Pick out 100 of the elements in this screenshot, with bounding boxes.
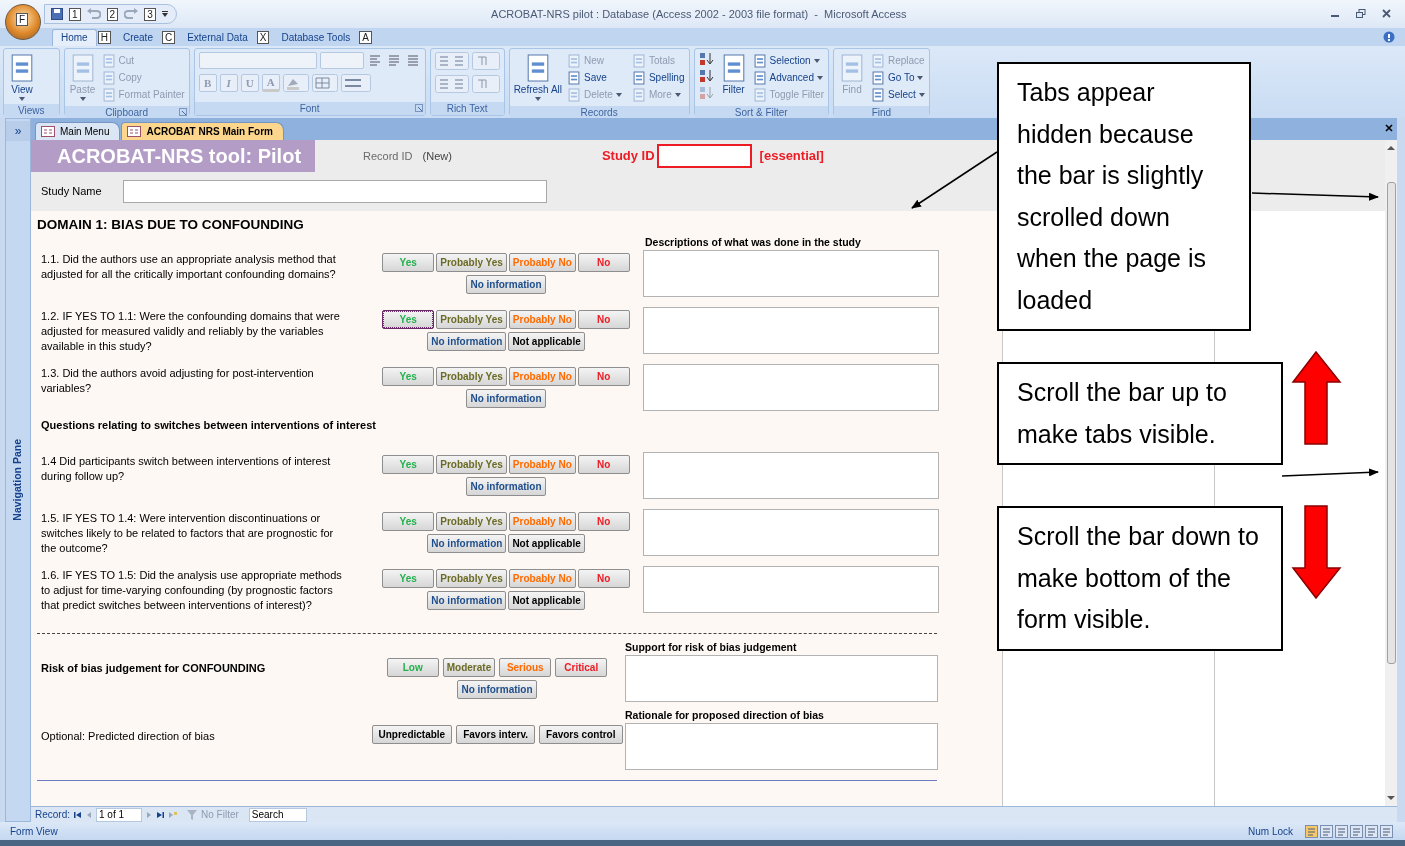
font-size-combo[interactable] (319, 52, 364, 69)
ribbon-button[interactable]: View (8, 52, 36, 101)
ribbon-button[interactable]: Refresh All (513, 52, 562, 101)
font-name-combo[interactable] (198, 52, 317, 69)
answer-button[interactable]: No (577, 568, 630, 588)
format-button[interactable]: U (240, 74, 259, 92)
text-box[interactable] (643, 508, 939, 556)
office-button[interactable]: F (5, 4, 41, 40)
view-icon[interactable] (1305, 824, 1318, 838)
answer-button[interactable]: No information (427, 590, 507, 610)
view-icon[interactable] (1365, 824, 1378, 838)
search-field[interactable]: Search (248, 807, 307, 822)
answer-button[interactable]: Probably Yes (436, 253, 507, 273)
ribbon-button[interactable]: Spelling (631, 69, 685, 86)
document-tab[interactable]: Main Menu (35, 122, 121, 140)
launcher-icon[interactable] (178, 108, 187, 116)
document-tab[interactable]: ACROBAT NRS Main Form (121, 122, 284, 140)
format-button[interactable]: B (198, 74, 217, 92)
scroll-down-icon[interactable] (1387, 794, 1395, 802)
ribbon-tab[interactable]: Database Tools (273, 29, 359, 46)
record-label: Record: (35, 808, 70, 822)
pane-toggle[interactable]: » (6, 121, 30, 141)
answer-button[interactable]: Favors control (539, 724, 623, 744)
ribbon-tab[interactable]: Create (114, 29, 161, 46)
text-direction-icon[interactable] (471, 75, 500, 93)
answer-button[interactable]: No (577, 367, 630, 387)
answer-button[interactable]: No (577, 511, 630, 531)
format-button[interactable]: I (219, 74, 238, 92)
answer-button[interactable]: Critical (555, 657, 608, 677)
scrollbar-thumb[interactable] (1386, 182, 1396, 664)
list-icon[interactable] (434, 75, 469, 93)
indent-icon[interactable] (434, 52, 469, 70)
box-heading: Descriptions of what was done in the study (645, 235, 862, 251)
new-record-icon[interactable] (168, 810, 177, 819)
input-field[interactable] (122, 180, 547, 203)
save-icon[interactable] (51, 8, 63, 20)
close-icon[interactable] (1385, 124, 1393, 132)
close-icon[interactable] (1382, 9, 1391, 18)
answer-button[interactable]: Probably Yes (436, 511, 507, 531)
answer-button[interactable]: Moderate (442, 657, 496, 677)
ribbon-tab[interactable]: External Data (179, 29, 256, 46)
answer-button[interactable]: Probably Yes (436, 568, 507, 588)
next-record-icon[interactable] (146, 810, 152, 819)
line-style-icon[interactable] (340, 74, 371, 92)
undo-icon[interactable] (86, 8, 101, 20)
answer-button[interactable]: Probably Yes (436, 454, 507, 474)
sort-icon[interactable] (698, 69, 715, 83)
ribbon-button[interactable]: Go To (870, 69, 925, 86)
answer-button[interactable]: Unpredictable (371, 724, 453, 744)
text-box[interactable] (643, 565, 939, 613)
keytip: 1 (69, 7, 81, 21)
answer-button[interactable]: Not applicable (508, 332, 585, 352)
answer-button[interactable]: No information (457, 679, 537, 699)
first-record-icon[interactable] (74, 810, 82, 819)
ribbon-button[interactable]: Save (567, 69, 622, 86)
record-position-field[interactable]: 1 of 1 (96, 807, 142, 822)
answer-button[interactable]: Not applicable (508, 590, 585, 610)
answer-button[interactable]: No information (427, 533, 507, 553)
view-icon[interactable] (1380, 824, 1393, 838)
answer-button[interactable]: No information (466, 275, 546, 295)
redo-icon[interactable] (124, 8, 139, 20)
answer-button[interactable]: No (577, 310, 630, 330)
ribbon-button[interactable]: Filter (719, 52, 748, 95)
launcher-icon[interactable] (414, 104, 423, 112)
ribbon-tab[interactable]: Home (52, 29, 97, 46)
last-record-icon[interactable] (156, 810, 164, 819)
previous-record-icon[interactable] (86, 810, 92, 819)
gridlines-icon[interactable] (311, 74, 338, 92)
pane-label[interactable]: Navigation Pane (10, 439, 26, 521)
ribbon-button[interactable]: Select (870, 86, 925, 103)
answer-button[interactable]: Probably Yes (436, 367, 507, 387)
font-color-button[interactable]: A (261, 74, 280, 92)
text-box[interactable] (643, 307, 939, 355)
view-icon[interactable] (1320, 824, 1333, 838)
text-box[interactable] (625, 654, 938, 702)
text-box[interactable] (643, 364, 939, 412)
input-field[interactable] (656, 144, 752, 168)
highlight-icon[interactable] (282, 74, 309, 92)
sort-icon[interactable] (698, 52, 715, 66)
answer-button[interactable]: No information (466, 476, 546, 496)
answer-button[interactable]: Probably Yes (436, 310, 507, 330)
answer-button[interactable]: Not applicable (508, 533, 585, 553)
answer-button[interactable]: No (577, 253, 630, 273)
answer-button[interactable]: No information (466, 389, 546, 409)
funnel-icon (187, 809, 197, 820)
ribbon-button[interactable]: Selection (752, 52, 824, 69)
text-box[interactable] (643, 250, 939, 298)
answer-button[interactable]: Favors interv. (456, 724, 536, 744)
text-box[interactable] (643, 451, 939, 499)
paragraph-icon[interactable] (471, 52, 500, 70)
answer-button[interactable]: No information (427, 332, 507, 352)
customize-icon[interactable] (161, 11, 168, 17)
restore-icon[interactable] (1356, 9, 1366, 19)
answer-button[interactable]: No (577, 454, 630, 474)
text-box[interactable] (625, 722, 938, 770)
view-icon[interactable] (1350, 824, 1363, 838)
view-icon[interactable] (1335, 824, 1348, 838)
scroll-up-icon[interactable] (1387, 144, 1395, 152)
ribbon-button[interactable]: Advanced (752, 69, 824, 86)
form-icon (127, 126, 142, 137)
